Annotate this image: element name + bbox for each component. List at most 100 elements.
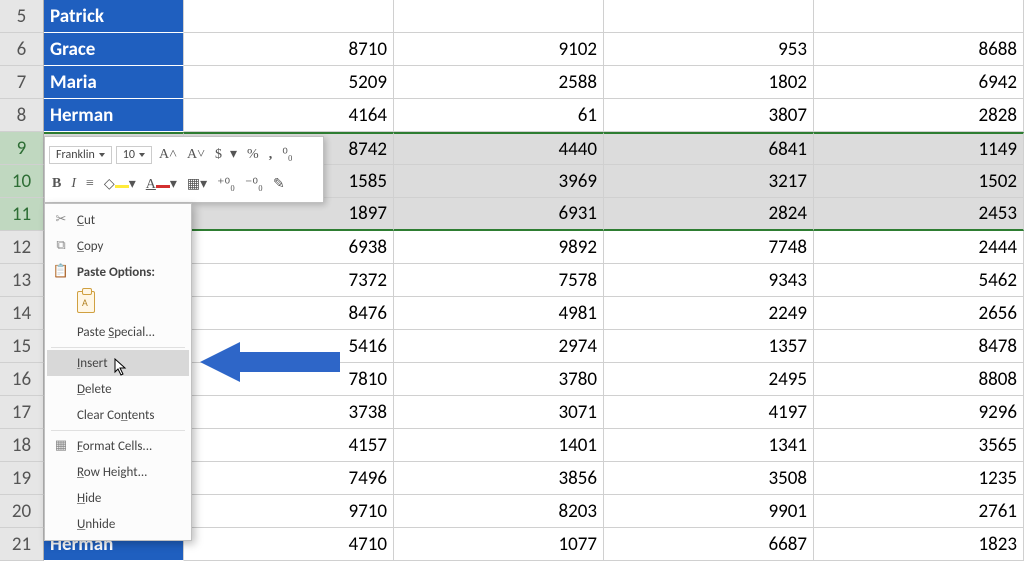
data-cell[interactable]: 3807 <box>604 99 814 132</box>
data-cell[interactable]: 7578 <box>394 264 604 297</box>
ctx-clear-contents[interactable]: Clear Contents <box>47 402 189 428</box>
name-cell[interactable]: Grace <box>44 33 184 66</box>
data-cell[interactable]: 9710 <box>184 495 394 528</box>
ctx-cut[interactable]: ✂ Cut <box>47 207 189 233</box>
data-cell[interactable]: 2761 <box>814 495 1024 528</box>
percent-format-button[interactable]: % <box>244 145 262 165</box>
paste-option-keep-source[interactable]: A <box>77 291 95 313</box>
data-cell[interactable]: 9343 <box>604 264 814 297</box>
increase-decimal-button[interactable]: ⁺⁰₀ <box>214 174 238 195</box>
data-cell[interactable]: 4157 <box>184 429 394 462</box>
data-cell[interactable] <box>604 0 814 33</box>
name-cell[interactable]: Herman <box>44 99 184 132</box>
data-cell[interactable]: 1077 <box>394 528 604 561</box>
ctx-copy[interactable]: ⧉ Copy <box>47 233 189 259</box>
border-button[interactable]: ▦▾ <box>184 174 210 195</box>
data-cell[interactable]: 1341 <box>604 429 814 462</box>
data-cell[interactable]: 3565 <box>814 429 1024 462</box>
data-cell[interactable]: 9892 <box>394 231 604 264</box>
ctx-delete[interactable]: Delete <box>47 376 189 402</box>
data-cell[interactable]: 3071 <box>394 396 604 429</box>
row-header[interactable]: 7 <box>0 66 44 99</box>
data-cell[interactable]: 1502 <box>814 165 1024 198</box>
data-cell[interactable]: 6687 <box>604 528 814 561</box>
font-size-select[interactable]: 10 <box>116 146 152 164</box>
data-cell[interactable]: 1401 <box>394 429 604 462</box>
currency-format-button[interactable]: $ <box>212 145 225 165</box>
data-cell[interactable]: 3780 <box>394 363 604 396</box>
data-cell[interactable]: 8478 <box>814 330 1024 363</box>
data-cell[interactable]: 2453 <box>814 198 1024 231</box>
italic-button[interactable]: I <box>68 174 79 194</box>
name-cell[interactable]: Patrick <box>44 0 184 33</box>
data-cell[interactable]: 1802 <box>604 66 814 99</box>
row-header[interactable]: 10 <box>0 165 44 198</box>
data-cell[interactable]: 2588 <box>394 66 604 99</box>
row-header[interactable]: 12 <box>0 231 44 264</box>
increase-font-button[interactable]: A˄ <box>156 145 180 165</box>
data-cell[interactable]: 6931 <box>394 198 604 231</box>
row-header[interactable]: 13 <box>0 264 44 297</box>
row-header[interactable]: 18 <box>0 429 44 462</box>
ctx-hide[interactable]: Hide <box>47 485 189 511</box>
data-cell[interactable]: 5209 <box>184 66 394 99</box>
row-header[interactable]: 6 <box>0 33 44 66</box>
data-cell[interactable]: 953 <box>604 33 814 66</box>
data-cell[interactable]: 8203 <box>394 495 604 528</box>
data-cell[interactable]: 4440 <box>394 132 604 165</box>
ctx-row-height[interactable]: Row Height... <box>47 459 189 485</box>
font-name-select[interactable]: Franklin <box>49 146 112 164</box>
data-cell[interactable]: 9296 <box>814 396 1024 429</box>
data-cell[interactable]: 8808 <box>814 363 1024 396</box>
font-color-button[interactable]: A▾ <box>143 174 180 195</box>
decimal-icon[interactable]: ⁰₀ <box>279 144 296 165</box>
row-header[interactable]: 14 <box>0 297 44 330</box>
data-cell[interactable]: 2444 <box>814 231 1024 264</box>
ctx-unhide[interactable]: Unhide <box>47 511 189 537</box>
data-cell[interactable]: 2824 <box>604 198 814 231</box>
data-cell[interactable]: 1823 <box>814 528 1024 561</box>
bold-button[interactable]: B <box>49 174 64 194</box>
data-cell[interactable]: 4710 <box>184 528 394 561</box>
row-header[interactable]: 20 <box>0 495 44 528</box>
data-cell[interactable]: 1235 <box>814 462 1024 495</box>
row-header[interactable]: 15 <box>0 330 44 363</box>
row-header[interactable]: 11 <box>0 198 44 231</box>
data-cell[interactable]: 5462 <box>814 264 1024 297</box>
decrease-font-button[interactable]: A˅ <box>184 145 208 165</box>
data-cell[interactable]: 9901 <box>604 495 814 528</box>
underline-button[interactable]: ≡ <box>83 174 97 194</box>
data-cell[interactable]: 61 <box>394 99 604 132</box>
data-cell[interactable]: 3738 <box>184 396 394 429</box>
data-cell[interactable]: 7372 <box>184 264 394 297</box>
data-cell[interactable]: 2495 <box>604 363 814 396</box>
row-header[interactable]: 17 <box>0 396 44 429</box>
data-cell[interactable]: 6942 <box>814 66 1024 99</box>
decrease-decimal-button[interactable]: ⁻⁰₀ <box>242 174 266 195</box>
row-header[interactable]: 19 <box>0 462 44 495</box>
row-header[interactable]: 5 <box>0 0 44 33</box>
data-cell[interactable]: 8710 <box>184 33 394 66</box>
comma-format-button[interactable]: , <box>266 145 276 165</box>
data-cell[interactable]: 3217 <box>604 165 814 198</box>
data-cell[interactable]: 2974 <box>394 330 604 363</box>
name-cell[interactable]: Maria <box>44 66 184 99</box>
data-cell[interactable]: 3969 <box>394 165 604 198</box>
data-cell[interactable]: 1149 <box>814 132 1024 165</box>
fill-color-button[interactable]: ◇▾ <box>101 174 139 195</box>
data-cell[interactable] <box>184 0 394 33</box>
data-cell[interactable] <box>394 0 604 33</box>
data-cell[interactable]: 4164 <box>184 99 394 132</box>
data-cell[interactable]: 8688 <box>814 33 1024 66</box>
data-cell[interactable]: 2828 <box>814 99 1024 132</box>
data-cell[interactable]: 3508 <box>604 462 814 495</box>
data-cell[interactable]: 7496 <box>184 462 394 495</box>
row-header[interactable]: 21 <box>0 528 44 561</box>
ctx-paste-special[interactable]: Paste Special... <box>47 319 189 345</box>
data-cell[interactable] <box>814 0 1024 33</box>
data-cell[interactable]: 2656 <box>814 297 1024 330</box>
ctx-format-cells[interactable]: ▦ Format Cells... <box>47 433 189 459</box>
ctx-insert[interactable]: Insert <box>47 350 189 376</box>
data-cell[interactable]: 7748 <box>604 231 814 264</box>
row-header[interactable]: 9 <box>0 132 44 165</box>
